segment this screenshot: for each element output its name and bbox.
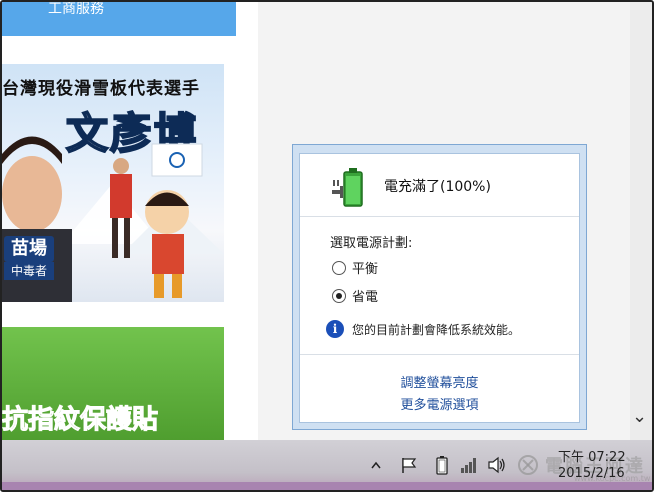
divider [300,354,579,355]
plan-option-label: 平衡 [352,262,379,277]
performance-info: i 您的目前計劃會降低系統效能。 [326,320,520,338]
power-plan-label: 選取電源計劃: [330,236,413,251]
speaker-icon[interactable] [486,452,508,478]
page-scroll-track[interactable] [630,2,652,440]
battery-icon[interactable] [432,452,452,478]
chevron-up-icon[interactable] [368,452,384,478]
bottom-edge-strip [2,482,652,490]
divider [300,216,579,217]
banner-tag-location: 苗場 [4,236,54,262]
snowboarder-banner-ad[interactable]: 台灣現役滑雪板代表選手 文彥博 苗場 中毒者 [2,64,224,302]
banner-title: 台灣現役滑雪板代表選手 [2,79,200,99]
web-page-left-column: 工商服務 台灣現役滑雪板代表選手 文彥博 苗場 中毒者 抗指紋保護貼 [2,2,258,440]
screen-protector-ad[interactable]: 抗指紋保護貼 [2,327,224,440]
radio-unchecked[interactable] [332,260,346,275]
battery-status-text: 電充滿了(100%) [384,179,491,195]
action-center-flag-icon[interactable] [398,452,420,478]
power-flyout-body: 電充滿了(100%) 選取電源計劃: 平衡 省電 i 您的目前計劃會降低系統效能… [299,153,580,423]
info-icon: i [326,320,344,338]
clock-date[interactable]: 2015/2/16 [558,466,625,481]
performance-info-text: 您的目前計劃會降低系統效能。 [352,322,521,337]
banner-tag-role: 中毒者 [4,262,54,280]
signal-bars-icon[interactable] [458,452,480,478]
clock-time[interactable]: 下午 07:22 [558,446,626,465]
screenshot-frame: 工商服務 台灣現役滑雪板代表選手 文彥博 苗場 中毒者 抗指紋保護貼 ⌄ 電充滿… [0,0,654,492]
plan-option-balanced[interactable]: 平衡 [332,258,378,277]
radio-checked[interactable] [332,288,346,303]
watermark-logo-icon [516,452,540,478]
adjust-brightness-link[interactable]: 調整螢幕亮度 [300,372,579,391]
more-power-options-link[interactable]: 更多電源選項 [300,394,579,413]
plan-option-power-saver[interactable]: 省電 [332,286,378,305]
screen-protector-ad-text: 抗指紋保護貼 [2,405,159,436]
battery-plugged-icon [332,168,363,207]
top-nav-label[interactable]: 工商服務 [48,2,104,16]
plan-option-label: 省電 [352,290,379,305]
chevron-down-icon[interactable]: ⌄ [632,406,647,427]
top-nav-bar[interactable]: 工商服務 [2,2,236,36]
power-flyout: 電充滿了(100%) 選取電源計劃: 平衡 省電 i 您的目前計劃會降低系統效能… [292,144,587,430]
